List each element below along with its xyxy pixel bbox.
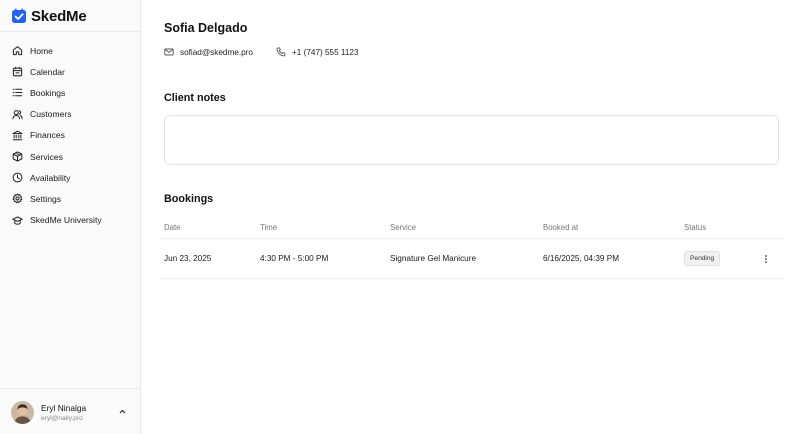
- sidebar-item-label: Customers: [30, 109, 72, 120]
- booking-status-cell: Pending: [684, 239, 721, 278]
- sidebar-item-label: Settings: [30, 193, 62, 204]
- client-email[interactable]: sofiad@skedme.pro: [164, 47, 253, 57]
- sidebar-item-skedme-university[interactable]: SkedMe University: [0, 210, 141, 231]
- client-phone[interactable]: +1 (747) 555 1123: [276, 47, 359, 57]
- mail-icon: [164, 48, 174, 56]
- users-icon: [12, 109, 23, 119]
- sidebar-item-finances[interactable]: Finances: [0, 125, 141, 146]
- row-actions-button[interactable]: [760, 253, 772, 265]
- more-vertical-icon: [765, 255, 767, 263]
- client-name: Sofia Delgado: [164, 21, 248, 35]
- user-email: eryl@naily.pro: [41, 414, 83, 422]
- chevron-up-icon[interactable]: [118, 407, 127, 416]
- sidebar-item-availability[interactable]: Availability: [0, 167, 141, 188]
- brand-name: SkedMe: [31, 7, 87, 25]
- sidebar-item-label: Calendar: [30, 66, 65, 77]
- sidebar-item-label: SkedMe University: [30, 215, 102, 226]
- user-menu[interactable]: Eryl Ninalga eryl@naily.pro: [11, 399, 131, 425]
- bookings-heading: Bookings: [164, 193, 214, 205]
- status-badge: Pending: [684, 251, 721, 266]
- sidebar-item-bookings[interactable]: Bookings: [0, 82, 141, 103]
- phone-icon: [276, 47, 286, 57]
- graduation-cap-icon: [12, 216, 23, 225]
- brand[interactable]: SkedMe: [11, 6, 87, 26]
- client-email-text: sofiad@skedme.pro: [180, 47, 253, 57]
- box-icon: [12, 151, 23, 162]
- sidebar-item-home[interactable]: Home: [0, 40, 141, 61]
- table-row[interactable]: Jun 23, 2025 4:30 PM - 5:00 PM Signature…: [160, 239, 783, 279]
- client-notes-heading: Client notes: [164, 92, 226, 104]
- sidebar-item-label: Services: [30, 151, 63, 162]
- clock-icon: [12, 172, 23, 183]
- sidebar-item-label: Finances: [30, 130, 65, 141]
- column-header-status: Status: [684, 222, 707, 232]
- gear-icon: [12, 193, 23, 204]
- home-icon: [12, 46, 23, 56]
- column-header-time: Time: [260, 222, 278, 232]
- divider: [0, 31, 141, 32]
- divider: [0, 388, 141, 389]
- list-icon: [12, 89, 23, 97]
- sidebar-item-settings[interactable]: Settings: [0, 188, 141, 209]
- sidebar-item-services[interactable]: Services: [0, 146, 141, 167]
- sidebar-item-label: Bookings: [30, 87, 66, 98]
- sidebar-item-calendar[interactable]: Calendar: [0, 61, 141, 82]
- main-content: Sofia Delgado sofiad@skedme.pro +1 (747)…: [141, 0, 800, 434]
- sidebar-item-customers[interactable]: Customers: [0, 104, 141, 125]
- bank-icon: [12, 130, 23, 141]
- sidebar-item-label: Availability: [30, 172, 71, 183]
- client-notes-field[interactable]: [164, 115, 779, 165]
- column-header-service: Service: [390, 222, 416, 232]
- column-header-date: Date: [164, 222, 181, 232]
- sidebar: SkedMe Home Calendar Bookings Customers …: [0, 0, 141, 434]
- booking-service: Signature Gel Manicure: [390, 254, 477, 263]
- client-phone-text: +1 (747) 555 1123: [292, 47, 359, 57]
- booking-date: Jun 23, 2025: [164, 254, 212, 263]
- booking-time: 4:30 PM - 5:00 PM: [260, 254, 329, 263]
- avatar: [11, 400, 34, 424]
- booking-booked-at: 6/16/2025, 04:39 PM: [543, 254, 620, 263]
- column-header-booked-at: Booked at: [543, 222, 579, 232]
- table-header: Date Time Service Booked at Status: [160, 216, 783, 239]
- user-name: Eryl Ninalga: [41, 402, 87, 413]
- bookings-table: Date Time Service Booked at Status Jun 2…: [160, 216, 783, 279]
- sidebar-nav: Home Calendar Bookings Customers Finance…: [0, 40, 141, 231]
- calendar-check-logo-icon: [12, 8, 26, 23]
- sidebar-item-label: Home: [30, 45, 53, 56]
- calendar-icon: [12, 67, 23, 77]
